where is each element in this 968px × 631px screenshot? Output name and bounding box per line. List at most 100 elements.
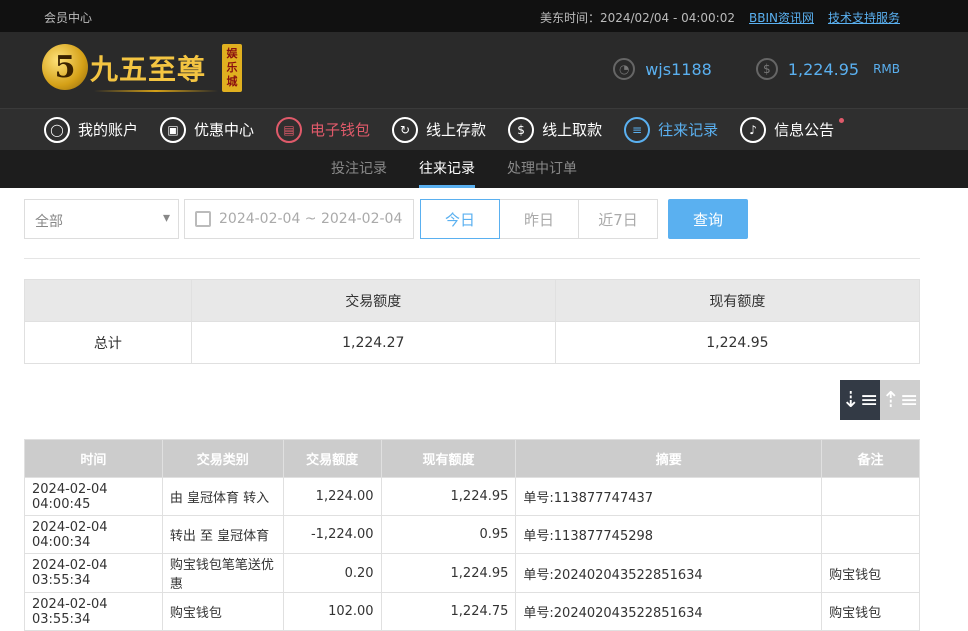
table-row: 2024-02-04 03:55:34 购宝钱包 102.00 1,224.75… [24, 592, 920, 631]
nav-label: 电子钱包 [310, 121, 371, 139]
cell-summary: 单号:113877747437 [515, 477, 823, 516]
nav-label: 线上存款 [426, 121, 487, 139]
yesterday-button[interactable]: 昨日 [499, 199, 579, 239]
cell-remark: 购宝钱包 [821, 592, 920, 631]
cell-time: 2024-02-04 03:55:34 [24, 553, 163, 593]
username: wjs1188 [645, 59, 712, 79]
summary-row: 总计 1,224.27 1,224.95 [24, 321, 921, 364]
nav-announcements[interactable]: ♪ 信息公告 [740, 109, 845, 150]
username-item[interactable]: ◔ wjs1188 [613, 58, 712, 80]
cell-remark [821, 477, 920, 516]
user-info: ◔ wjs1188 $ 1,224.95 RMB [613, 58, 900, 80]
table-row: 2024-02-04 04:00:34 转出 至 皇冠体育 -1,224.00 … [24, 515, 920, 554]
cell-amount: 0.20 [282, 553, 382, 593]
date-range-value: 2024-02-04 ~ 2024-02-04 [219, 211, 403, 227]
cell-summary: 单号:113877745298 [515, 515, 823, 554]
records-header-row: 时间 交易类别 交易额度 现有额度 摘要 备注 [24, 439, 920, 478]
cell-balance: 1,224.75 [380, 592, 517, 631]
logo-ornament [94, 90, 218, 92]
nav-promotions[interactable]: ▣ 优惠中心 [160, 109, 254, 150]
sort-descending-icon[interactable]: ⇣≡ [840, 380, 880, 420]
cell-summary: 单号:202402043522851634 [515, 553, 823, 593]
main-nav: ◯ 我的账户 ▣ 优惠中心 ▤ 电子钱包 ↻ 线上存款 $ 线上取款 ≡ 往来记… [0, 108, 968, 150]
logo-brand-text: 九五至尊 [90, 53, 207, 86]
type-select[interactable]: 全部 [24, 199, 179, 239]
nav-online-deposit[interactable]: ↻ 线上存款 [392, 109, 486, 150]
tab-transaction-records[interactable]: 往来记录 [419, 150, 475, 188]
summary-total-balance: 1,224.95 [554, 321, 921, 364]
query-button[interactable]: 查询 [668, 199, 748, 239]
summary-header-row: 交易额度 现有额度 [24, 279, 921, 322]
wallet-icon: ▤ [276, 116, 303, 143]
user-icon: ◯ [44, 116, 70, 143]
quick-date-buttons: 今日 昨日 近7日 [420, 199, 658, 239]
cell-amount: 102.00 [282, 592, 382, 631]
col-amount: 交易额度 [282, 439, 382, 478]
site-logo[interactable]: 5 九五至尊 娱乐城 [42, 42, 242, 98]
nav-label: 优惠中心 [194, 121, 255, 139]
nav-e-wallet[interactable]: ▤ 电子钱包 [276, 109, 370, 150]
last-7-days-button[interactable]: 近7日 [578, 199, 658, 239]
header: 5 九五至尊 娱乐城 ◔ wjs1188 $ 1,224.95 RMB [0, 32, 968, 108]
records-table: 时间 交易类别 交易额度 现有额度 摘要 备注 2024-02-04 04:00… [24, 439, 920, 631]
sort-ascending-icon[interactable]: ⇡≡ [880, 380, 920, 420]
table-row: 2024-02-04 04:00:45 由 皇冠体育 转入 1,224.00 1… [24, 477, 920, 516]
gift-icon: ▣ [160, 116, 187, 143]
cell-amount: 1,224.00 [282, 477, 382, 516]
sort-toggle: ⇣≡ ⇡≡ [840, 380, 920, 420]
cell-balance: 1,224.95 [380, 477, 517, 516]
summary-header-blank [24, 279, 192, 322]
member-center-label[interactable]: 会员中心 [44, 9, 92, 26]
col-remark: 备注 [821, 439, 920, 478]
filter-bar: 全部 2024-02-04 ~ 2024-02-04 今日 昨日 近7日 查询 [24, 199, 748, 239]
records-icon: ≡ [624, 116, 651, 143]
user-avatar-icon: ◔ [613, 58, 636, 80]
cell-remark [821, 515, 920, 554]
nav-label: 信息公告 [774, 121, 835, 139]
cell-type: 由 皇冠体育 转入 [161, 477, 284, 516]
tech-support-link[interactable]: 技术支持服务 [828, 9, 900, 26]
tab-bet-records[interactable]: 投注记录 [331, 150, 387, 188]
today-button[interactable]: 今日 [420, 199, 500, 239]
table-row: 2024-02-04 03:55:34 购宝钱包笔笔送优惠 0.20 1,224… [24, 553, 920, 593]
cell-balance: 0.95 [380, 515, 517, 554]
cell-remark: 购宝钱包 [821, 553, 920, 593]
nav-my-account[interactable]: ◯ 我的账户 [44, 109, 138, 150]
top-bar: 会员中心 美东时间：2024/02/04 - 04:00:02 BBIN资讯网 … [0, 0, 968, 32]
nav-transaction-records[interactable]: ≡ 往来记录 [624, 109, 718, 150]
withdraw-icon: $ [508, 116, 535, 143]
cell-time: 2024-02-04 04:00:45 [24, 477, 163, 516]
nav-label: 我的账户 [78, 121, 139, 139]
nav-online-withdraw[interactable]: $ 线上取款 [508, 109, 602, 150]
cell-type: 购宝钱包笔笔送优惠 [161, 553, 284, 593]
logo-tag: 娱乐城 [222, 44, 242, 92]
divider [24, 258, 920, 259]
cell-summary: 单号:202402043522851634 [515, 592, 823, 631]
balance-unit: RMB [873, 62, 900, 76]
cell-amount: -1,224.00 [282, 515, 382, 554]
bell-icon: ♪ [740, 116, 767, 143]
col-summary: 摘要 [515, 439, 823, 478]
bbin-news-link[interactable]: BBIN资讯网 [749, 9, 814, 26]
top-bar-right: 美东时间：2024/02/04 - 04:00:02 BBIN资讯网 技术支持服… [540, 9, 900, 26]
notification-dot [839, 118, 845, 123]
col-type: 交易类别 [161, 439, 284, 478]
col-balance: 现有额度 [380, 439, 517, 478]
summary-total-amount: 1,224.27 [190, 321, 556, 364]
summary-table: 交易额度 现有额度 总计 1,224.27 1,224.95 [24, 279, 921, 364]
cell-type: 转出 至 皇冠体育 [161, 515, 284, 554]
cell-time: 2024-02-04 03:55:34 [24, 592, 163, 631]
nav-label: 线上取款 [542, 121, 603, 139]
balance-item: $ 1,224.95 RMB [755, 58, 900, 80]
eastern-time: 美东时间：2024/02/04 - 04:00:02 [539, 11, 735, 25]
cell-balance: 1,224.95 [380, 553, 517, 593]
sub-nav: 投注记录 往来记录 处理中订单 [0, 150, 968, 188]
date-range-input[interactable]: 2024-02-04 ~ 2024-02-04 [184, 199, 414, 239]
col-time: 时间 [24, 439, 163, 478]
cell-type: 购宝钱包 [161, 592, 284, 631]
deposit-icon: ↻ [392, 116, 419, 143]
nav-label: 往来记录 [658, 121, 719, 139]
balance-value: 1,224.95 [787, 59, 860, 79]
tab-pending-orders[interactable]: 处理中订单 [507, 150, 577, 188]
calendar-icon [195, 211, 211, 227]
